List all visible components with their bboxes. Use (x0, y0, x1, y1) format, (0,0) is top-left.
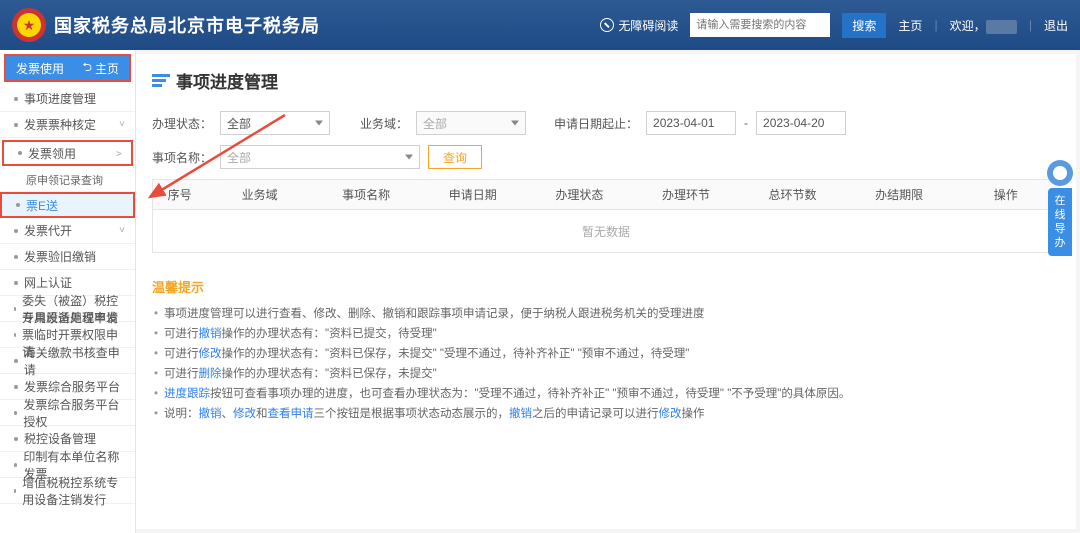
tip-line: 可进行修改操作的办理状态有："资料已保存，未提交" "受理不通过，待补齐补正" … (152, 344, 1060, 364)
sidebar-item-label: 票E送 (26, 197, 58, 214)
online-help-button[interactable]: 在线导办 (1048, 188, 1072, 256)
filter-row-1: 办理状态： 全部 业务域： 全部 申请日期起止： - (152, 111, 1060, 135)
tips-section: 温馨提示 事项进度管理可以进行查看、修改、删除、撤销和跟踪事项申请记录，便于纳税… (152, 277, 1060, 424)
item-select[interactable]: 全部 (220, 145, 420, 169)
tax-logo-icon (12, 8, 46, 42)
sidebar-item-label: 增值税税控系统专用设备注销发行 (22, 474, 125, 508)
table-header-cell: 事项名称 (313, 186, 420, 203)
table-header-cell: 申请日期 (419, 186, 526, 203)
tip-line: 可进行撤销操作的办理状态有："资料已提交，待受理" (152, 324, 1060, 344)
accessibility-icon (600, 18, 614, 32)
search-input[interactable] (690, 13, 830, 37)
date-label: 申请日期起止： (554, 115, 638, 132)
sidebar: 发票使用 ⮌ 主页 事项进度管理发票票种核定˅发票领用˄原申领记录查询票E送发票… (0, 50, 136, 533)
tips-title: 温馨提示 (152, 277, 1060, 296)
chevron-icon: ˅ (119, 119, 125, 130)
sidebar-items: 事项进度管理发票票种核定 ˅ 发票领用 ˄ 原申领记录查询票E送发票代开 ˅ 发票验旧缴销网… (0, 86, 135, 533)
logo-block: 国家税务总局北京市电子税务局 (12, 8, 320, 42)
sidebar-item-label: 事项进度管理 (24, 90, 96, 107)
table-header-cell: 办结期限 (846, 186, 953, 203)
results-table: 序号业务域事项名称申请日期办理状态办理环节总环节数办结期限操作 暂无数据 (152, 179, 1060, 253)
table-header-cell: 总环节数 (739, 186, 846, 203)
item-label: 事项名称： (152, 149, 212, 166)
sidebar-item-label: 网上认证 (24, 274, 72, 291)
accessibility-label: 无障碍阅读 (618, 17, 678, 34)
table-header-cell: 操作 (952, 186, 1059, 203)
welcome-text: 欢迎， (950, 17, 1017, 34)
assistant-avatar-icon[interactable] (1047, 160, 1073, 186)
header-right: 无障碍阅读 搜索 主页 | 欢迎， | 退出 (600, 13, 1068, 38)
tip-line: 进度跟踪按钮可查看事项办理的进度，也可查看办理状态为："受理不通过，待补齐补正"… (152, 384, 1060, 404)
app-title: 国家税务总局北京市电子税务局 (54, 12, 320, 38)
sidebar-item-label: 发票综合服务平台授权 (23, 396, 125, 430)
filter-row-2: 事项名称： 全部 查询 (152, 145, 1060, 169)
sidebar-item-label: 发票验旧缴销 (24, 248, 96, 265)
sidebar-head: 发票使用 ⮌ 主页 (4, 54, 131, 82)
table-empty: 暂无数据 (153, 210, 1059, 252)
status-select[interactable]: 全部 (220, 111, 330, 135)
date-to-input[interactable] (756, 111, 846, 135)
main-layout: 发票使用 ⮌ 主页 事项进度管理发票票种核定˅发票领用˄原申领记录查询票E送发票… (0, 50, 1080, 533)
sidebar-group-label: 发票使用 (16, 60, 64, 77)
table-header-cell: 办理环节 (633, 186, 740, 203)
sidebar-item[interactable]: 发票票种核定 ˅ (0, 112, 135, 138)
sidebar-item-label: 发票综合服务平台 (24, 378, 120, 395)
date-sep: - (744, 116, 748, 130)
sidebar-subitem[interactable]: 原申领记录查询 (0, 168, 135, 192)
status-label: 办理状态： (152, 115, 212, 132)
table-header-cell: 序号 (153, 186, 206, 203)
sidebar-item[interactable]: 发票领用 ˄ (2, 140, 133, 166)
sidebar-item[interactable]: 发票验旧缴销 (0, 244, 135, 270)
accessibility-link[interactable]: 无障碍阅读 (600, 17, 678, 34)
query-button[interactable]: 查询 (428, 145, 482, 169)
tip-line: 事项进度管理可以进行查看、修改、删除、撤销和跟踪事项申请记录，便于纳税人跟进税务… (152, 304, 1060, 324)
tip-line: 说明：撤销、修改和查看申请三个按钮是根据事项状态动态展示的，撤销之后的申请记录可… (152, 404, 1060, 424)
page-title: 事项进度管理 (176, 68, 278, 93)
table-header-cell: 业务域 (206, 186, 313, 203)
sidebar-item[interactable]: 票E送 (0, 192, 135, 218)
chevron-icon: ˄ (113, 150, 124, 156)
sidebar-item-label: 海关缴款书核查申请 (24, 344, 125, 378)
sidebar-item-label: 发票票种核定 (24, 116, 96, 133)
sep: | (1029, 18, 1032, 32)
sep: | (934, 18, 937, 32)
home-link[interactable]: 主页 (898, 17, 922, 34)
sidebar-item[interactable]: 增值税税控系统专用设备注销发行 (0, 478, 135, 504)
sidebar-item-label: 发票代开 (24, 222, 72, 239)
search-button[interactable]: 搜索 (842, 13, 886, 38)
biz-select[interactable]: 全部 (416, 111, 526, 135)
sidebar-item-label: 发票领用 (28, 145, 76, 162)
biz-label: 业务域： (358, 115, 408, 132)
sidebar-item-label: 税控设备管理 (24, 430, 96, 447)
sidebar-item[interactable]: 海关缴款书核查申请 (0, 348, 135, 374)
table-header-cell: 办理状态 (526, 186, 633, 203)
sidebar-item[interactable]: 发票代开 ˅ (0, 218, 135, 244)
chevron-icon: ˅ (119, 225, 125, 236)
content-panel: 事项进度管理 办理状态： 全部 业务域： 全部 申请日期起止： - 事项名称： … (136, 54, 1076, 529)
sidebar-item[interactable]: 事项进度管理 (0, 86, 135, 112)
table-header-row: 序号业务域事项名称申请日期办理状态办理环节总环节数办结期限操作 (153, 180, 1059, 210)
sidebar-home-link[interactable]: ⮌ 主页 (82, 58, 119, 79)
app-header: 国家税务总局北京市电子税务局 无障碍阅读 搜索 主页 | 欢迎， | 退出 (0, 0, 1080, 50)
tips-list: 事项进度管理可以进行查看、修改、删除、撤销和跟踪事项申请记录，便于纳税人跟进税务… (152, 304, 1060, 424)
page-title-block: 事项进度管理 (152, 68, 1060, 93)
user-redacted (986, 20, 1017, 34)
date-from-input[interactable] (646, 111, 736, 135)
list-icon (152, 74, 170, 87)
sidebar-item[interactable]: 发票综合服务平台授权 (0, 400, 135, 426)
logout-link[interactable]: 退出 (1044, 17, 1068, 34)
tip-line: 可进行删除操作的办理状态有："资料已保存，未提交" (152, 364, 1060, 384)
